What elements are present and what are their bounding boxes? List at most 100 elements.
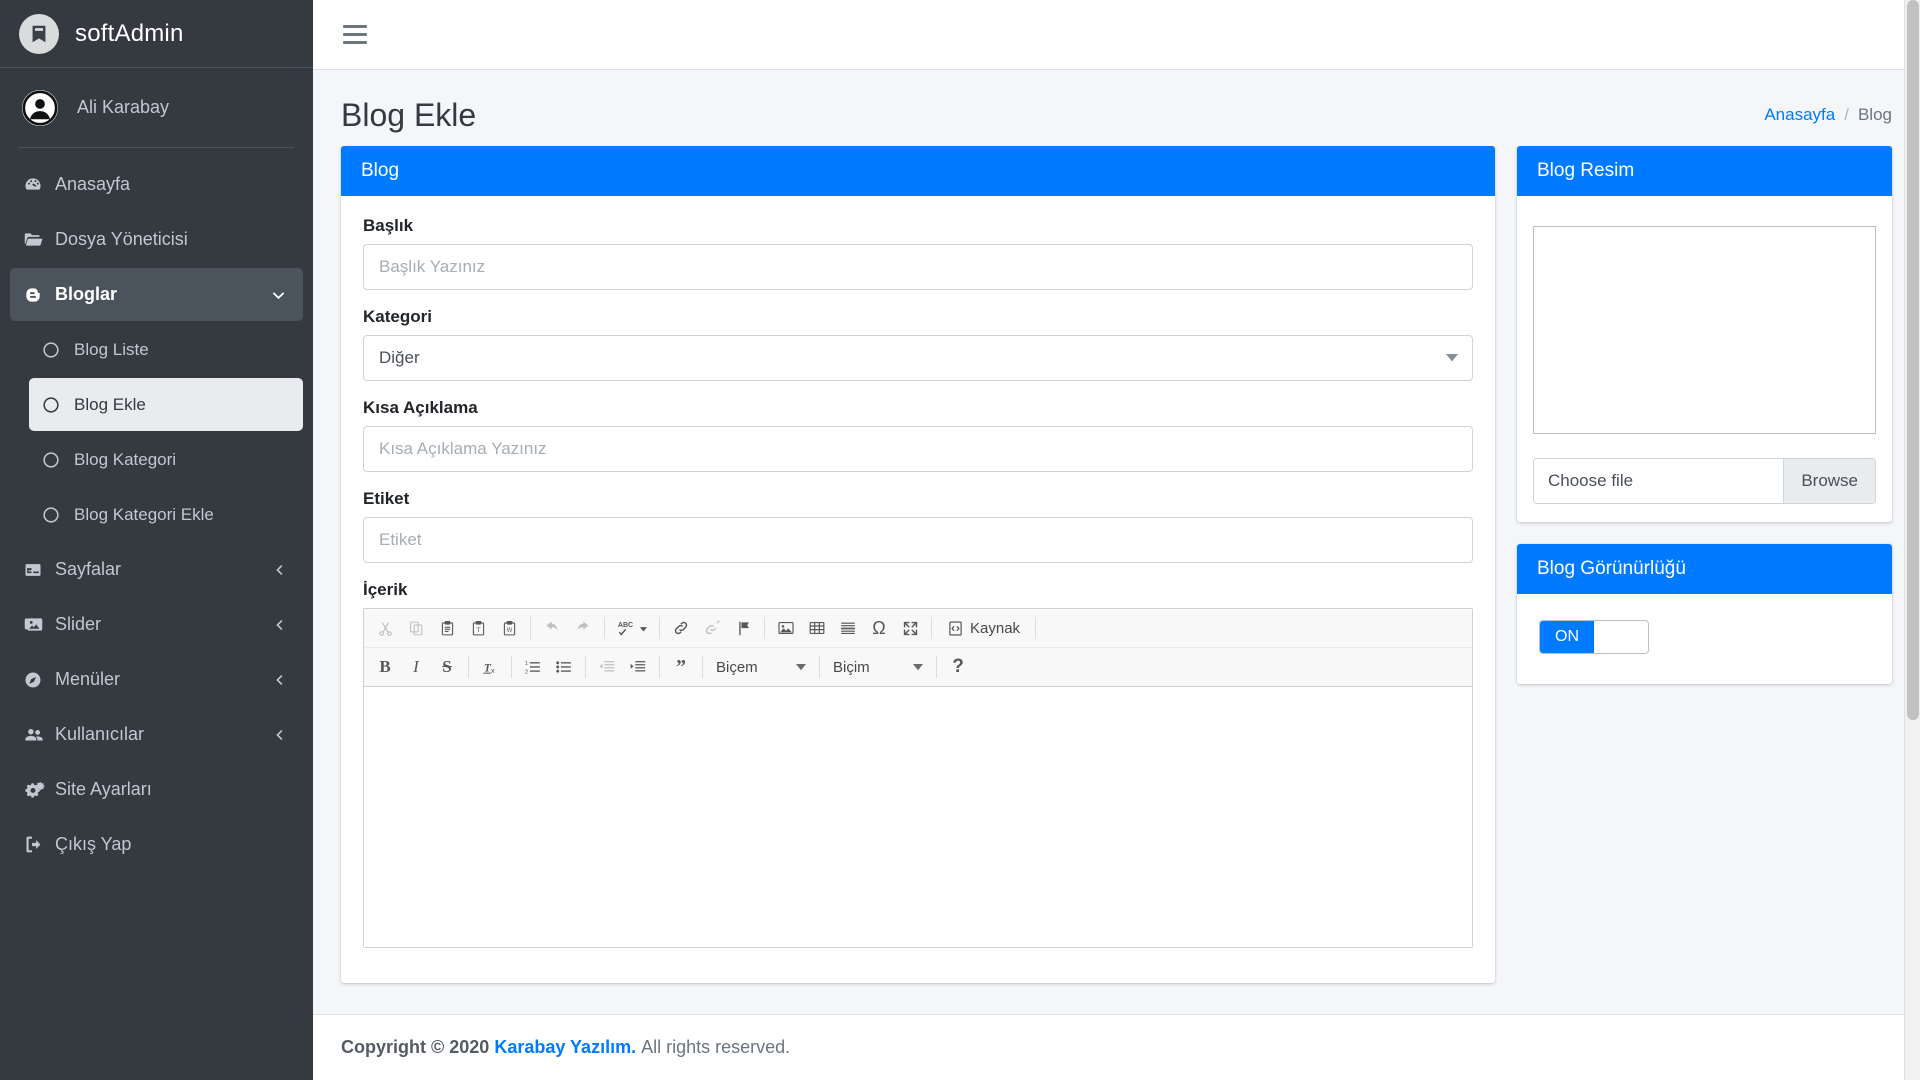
- sidebar-item-label: Kullanıcılar: [55, 724, 145, 744]
- content-header: Blog Ekle Anasayfa / Blog: [313, 70, 1920, 146]
- sidebar-item-blog-liste[interactable]: Blog Liste: [29, 323, 303, 376]
- kisa-aciklama-input[interactable]: Kısa Açıklama Yazınız: [363, 426, 1473, 473]
- blog-visibility-card-body: ON: [1517, 594, 1892, 684]
- toolbar-separator: [659, 617, 660, 640]
- blog-image-preview: [1533, 226, 1876, 435]
- copy-icon[interactable]: [401, 613, 431, 643]
- editor-toolbar-row-1: T W ABC Ω Kaynak: [364, 609, 1472, 647]
- sidebar-item-label: Sayfalar: [55, 559, 122, 579]
- svg-text:T: T: [476, 627, 480, 634]
- blog-image-file-input[interactable]: Choose file Browse: [1533, 458, 1876, 505]
- footer-copyright: Copyright © 2020: [341, 1037, 490, 1057]
- scrollbar-thumb[interactable]: [1907, 0, 1919, 720]
- blog-form-card: Blog Başlık Başlık Yazınız Kategori Diğe…: [341, 146, 1495, 984]
- footer-rights: All rights reserved.: [641, 1037, 791, 1057]
- tachometer-icon: [23, 175, 55, 195]
- sidebar-item-label: Blog Kategori: [74, 449, 177, 469]
- sidebar-item-label: Menüler: [55, 669, 121, 689]
- etiket-label: Etiket: [363, 489, 410, 509]
- sidebar-item-blog-kategori-ekle[interactable]: Blog Kategori Ekle: [29, 488, 303, 541]
- anchor-flag-icon[interactable]: [728, 613, 758, 643]
- format-combo-label: Biçim: [833, 658, 870, 676]
- sidebar-item-label: Blog Kategori Ekle: [74, 504, 214, 524]
- blockquote-icon[interactable]: ”: [666, 652, 696, 682]
- spellcheck-icon[interactable]: ABC: [611, 613, 653, 643]
- sidebar-item-blog-kategori[interactable]: Blog Kategori: [29, 433, 303, 486]
- baslik-label: Başlık: [363, 216, 414, 236]
- table-icon[interactable]: [802, 613, 832, 643]
- redo-icon[interactable]: [568, 613, 598, 643]
- sidebar-item-menuler[interactable]: Menüler: [10, 653, 303, 706]
- outdent-icon[interactable]: [592, 652, 622, 682]
- chevron-left-icon: [272, 728, 290, 742]
- blog-image-card: Blog Resim Choose file Browse: [1517, 146, 1892, 523]
- strikethrough-icon[interactable]: S: [432, 652, 462, 682]
- sidebar-item-label: Blog Liste: [74, 339, 149, 359]
- sidebar-item-anasayfa[interactable]: Anasayfa: [10, 158, 303, 211]
- format-combo[interactable]: Biçim: [826, 653, 930, 681]
- toolbar-separator: [1035, 617, 1037, 640]
- link-icon[interactable]: [666, 613, 696, 643]
- bold-icon[interactable]: B: [370, 652, 400, 682]
- sidebar-nav: Anasayfa Dosya Yöneticisi Bloglar Blog L…: [0, 148, 313, 873]
- unlink-icon[interactable]: [697, 613, 727, 643]
- horizontal-rule-icon[interactable]: [833, 613, 863, 643]
- field-group-etiket: Etiket Etiket: [363, 489, 1473, 564]
- rich-text-editor: T W ABC Ω Kaynak B I S T x 1 2 ” Biçem B…: [363, 608, 1473, 949]
- blog-form-card-title: Blog: [341, 146, 1495, 197]
- sidebar-item-dosya-yoneticisi[interactable]: Dosya Yöneticisi: [10, 213, 303, 266]
- indent-icon[interactable]: [623, 652, 653, 682]
- blog-visibility-card: Blog Görünürlüğü ON: [1517, 544, 1892, 685]
- icerik-label: İçerik: [363, 580, 408, 600]
- paste-text-icon[interactable]: T: [463, 613, 493, 643]
- undo-icon[interactable]: [537, 613, 567, 643]
- paste-icon[interactable]: [432, 613, 462, 643]
- folder-open-icon: [23, 229, 55, 250]
- toolbar-separator: [468, 656, 469, 679]
- cut-icon[interactable]: [370, 613, 400, 643]
- bulleted-list-icon[interactable]: [549, 652, 579, 682]
- image-icon[interactable]: [771, 613, 801, 643]
- sidebar-item-slider[interactable]: Slider: [10, 598, 303, 651]
- caret-down-icon: [796, 663, 806, 671]
- toolbar-separator: [530, 617, 531, 640]
- page-scrollbar[interactable]: [1904, 0, 1920, 1080]
- sidebar-item-label: Blog Ekle: [74, 394, 146, 414]
- sidebar-item-label: Site Ayarları: [55, 779, 152, 799]
- sidebar-item-bloglar[interactable]: Bloglar: [10, 268, 303, 321]
- paste-word-icon[interactable]: W: [494, 613, 524, 643]
- user-panel[interactable]: Ali Karabay: [0, 68, 313, 147]
- kisa-aciklama-label: Kısa Açıklama: [363, 398, 478, 418]
- sidebar-item-sayfalar[interactable]: Sayfalar: [10, 543, 303, 596]
- svg-text:ABC: ABC: [618, 623, 633, 630]
- visibility-toggle[interactable]: ON: [1539, 620, 1649, 655]
- browse-button[interactable]: Browse: [1783, 459, 1875, 504]
- italic-icon[interactable]: I: [401, 652, 431, 682]
- form-column: Blog Başlık Başlık Yazınız Kategori Diğe…: [341, 146, 1495, 1080]
- chevron-left-icon: [272, 673, 290, 687]
- maximize-icon[interactable]: [895, 613, 925, 643]
- sidebar-item-site-ayarlari[interactable]: Site Ayarları: [10, 763, 303, 816]
- source-button[interactable]: Kaynak: [938, 613, 1029, 643]
- baslik-input[interactable]: Başlık Yazınız: [363, 244, 1473, 291]
- svg-text:2: 2: [525, 670, 528, 676]
- etiket-input[interactable]: Etiket: [363, 517, 1473, 564]
- breadcrumb-home-link[interactable]: Anasayfa: [1764, 105, 1835, 125]
- brand-logo-link[interactable]: softAdmin: [0, 0, 313, 68]
- help-icon[interactable]: ?: [943, 652, 973, 682]
- editor-content-area[interactable]: [364, 687, 1472, 948]
- sidebar-item-blog-ekle[interactable]: Blog Ekle: [29, 378, 303, 431]
- help-button-label: ?: [952, 656, 964, 678]
- remove-format-icon[interactable]: Tx: [475, 652, 505, 682]
- app-logo-icon: [19, 13, 59, 54]
- footer-company-link[interactable]: Karabay Yazılım.: [494, 1037, 636, 1058]
- blog-visibility-card-title: Blog Görünürlüğü: [1517, 544, 1892, 595]
- numbered-list-icon[interactable]: 12: [518, 652, 548, 682]
- sidebar-item-cikis-yap[interactable]: Çıkış Yap: [10, 818, 303, 871]
- kategori-select[interactable]: Diğer: [363, 335, 1473, 382]
- sidebar-item-label: Anasayfa: [55, 174, 131, 194]
- style-combo[interactable]: Biçem: [709, 653, 813, 681]
- hamburger-icon[interactable]: [335, 15, 375, 55]
- sidebar-item-kullanicilar[interactable]: Kullanıcılar: [10, 708, 303, 761]
- special-char-icon[interactable]: Ω: [864, 613, 894, 643]
